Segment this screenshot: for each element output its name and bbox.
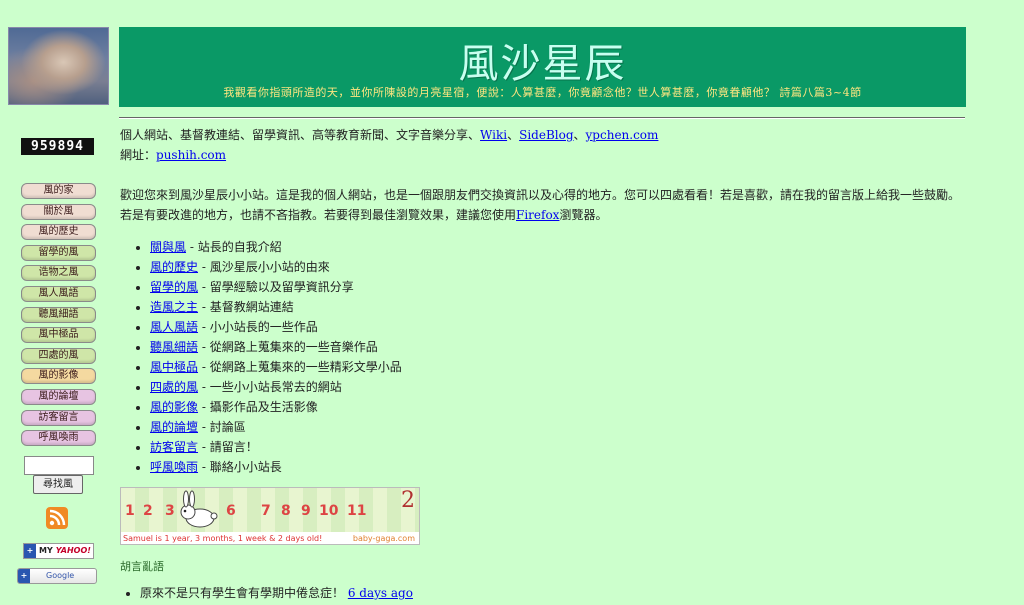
rss-icon[interactable] (46, 507, 68, 529)
section-desc: - 留學經驗以及留學資訊分享 (198, 280, 354, 294)
ticker-number: 2 (143, 503, 153, 519)
nav-button-11[interactable]: 訪客留言 (21, 410, 96, 426)
google-label: Google (46, 571, 75, 580)
wiki-link[interactable]: Wiki (480, 128, 507, 142)
welcome-paragraph: 歡迎您來到風沙星辰小小站。這是我的個人網站，也是一個跟朋友們交換資訊以及心得的地… (120, 185, 965, 225)
search-button[interactable]: 尋找風 (33, 475, 83, 494)
nav-button-12[interactable]: 呼風喚雨 (21, 430, 96, 446)
section-desc: - 請留言！ (198, 440, 258, 454)
section-desc: - 基督教網站連結 (198, 300, 294, 314)
search-input[interactable] (24, 456, 94, 475)
nav-button-6[interactable]: 聽風細語 (21, 307, 96, 323)
section-link[interactable]: 風中極品 (150, 360, 198, 374)
links-prefix: 個人網站、基督教連結、留學資訊、高等教育新聞、文字音樂分享、 (120, 128, 481, 142)
list-item: 聽風細語 - 從網路上蒐集來的一些音樂作品 (150, 337, 402, 357)
ticker-number: 9 (301, 503, 311, 519)
ticker-number: 11 (347, 503, 367, 519)
nav-button-3[interactable]: 留學的風 (21, 245, 96, 261)
ticker-number: 8 (281, 503, 291, 519)
age-number: 2 (401, 488, 415, 513)
ticker-number: 6 (226, 503, 236, 519)
list-item: 關與風 - 站長的自我介紹 (150, 237, 402, 257)
section-link[interactable]: 風的影像 (150, 400, 198, 414)
blog-list: 原來不是只有學生會有學期中倦怠症！ 6 days ago (120, 583, 413, 603)
nav-button-2[interactable]: 風的歷史 (21, 224, 96, 240)
list-item: 四處的風 - 一些小小站長常去的網站 (150, 377, 402, 397)
ticker-number: 3 (165, 503, 175, 519)
nav-button-4[interactable]: 诰物之風 (21, 265, 96, 281)
list-item: 造風之主 - 基督教網站連結 (150, 297, 402, 317)
ticker-number: 7 (261, 503, 271, 519)
nav-button-5[interactable]: 風人風語 (21, 286, 96, 302)
section-link[interactable]: 風的論壇 (150, 420, 198, 434)
nav-button-1[interactable]: 關於風 (21, 204, 96, 220)
list-item: 呼風喚雨 - 聯絡小小站長 (150, 457, 402, 477)
links-line: 個人網站、基督教連結、留學資訊、高等教育新聞、文字音樂分享、Wiki、SideB… (120, 128, 659, 142)
baby-gaga-label: baby-gaga.com (352, 534, 415, 543)
list-item: 風中極品 - 從網路上蒐集來的一些精彩文學小品 (150, 357, 402, 377)
section-link[interactable]: 呼風喚雨 (150, 460, 198, 474)
divider (119, 117, 965, 119)
firefox-link[interactable]: Firefox (516, 208, 559, 222)
birthday-ticker: 1 2 3 6 7 8 9 10 11 2 Samuel is 1 year, 3 months… (120, 487, 420, 545)
section-list: 關與風 - 站長的自我介紹風的歷史 - 風沙星辰小小站的由來留學的風 - 留學經… (120, 237, 402, 477)
section-link[interactable]: 訪客留言 (150, 440, 198, 454)
visitor-counter: 959894 (21, 138, 94, 155)
list-item: 原來不是只有學生會有學期中倦怠症！ 6 days ago (140, 583, 413, 603)
list-item: 留學的風 - 留學經驗以及留學資訊分享 (150, 277, 402, 297)
section-link[interactable]: 風人風語 (150, 320, 198, 334)
header-verse: 我觀看你指頭所造的天，並你所陳設的月亮星宿，便說：人算甚麼，你竟顧念他？世人算甚… (223, 86, 862, 99)
pushih-link[interactable]: pushih.com (156, 148, 226, 162)
blog-item-link[interactable]: 6 days ago (348, 586, 413, 600)
cloud-photo (8, 27, 109, 105)
section-desc: - 聯絡小小站長 (198, 460, 282, 474)
add-to-google-button[interactable]: + Google (17, 568, 97, 584)
left-sidebar: 959894 風的家關於風風的歷史留學的風诰物之風風人風語聽風細語風中極品四處的… (0, 0, 115, 605)
nav-button-9[interactable]: 風的影像 (21, 368, 96, 384)
add-to-my-yahoo-button[interactable]: + MY YAHOO! (23, 543, 94, 559)
list-item: 風人風語 - 小小站長的一些作品 (150, 317, 402, 337)
site-title: 風沙星辰 (458, 41, 627, 87)
nav-button-10[interactable]: 風的論壇 (21, 389, 96, 405)
section-link[interactable]: 關與風 (150, 240, 186, 254)
ticker-number: 1 (125, 503, 135, 519)
section-desc: - 攝影作品及生活影像 (198, 400, 318, 414)
yahoo-label: YAHOO! (55, 546, 91, 555)
my-label: MY (39, 546, 53, 555)
section-link[interactable]: 風的歷史 (150, 260, 198, 274)
nav-button-8[interactable]: 四處的風 (21, 348, 96, 364)
nav-button-0[interactable]: 風的家 (21, 183, 96, 199)
bunny-icon (180, 490, 218, 528)
section-desc: - 站長的自我介紹 (186, 240, 282, 254)
section-desc: - 從網路上蒐集來的一些精彩文學小品 (198, 360, 402, 374)
list-item: 風的影像 - 攝影作品及生活影像 (150, 397, 402, 417)
url-label: 網址： (120, 148, 157, 162)
header-banner: 風沙星辰 我觀看你指頭所造的天，並你所陳設的月亮星宿，便說：人算甚麼，你竟顧念他… (119, 27, 966, 107)
welcome-text-end: 瀏覽器。 (559, 208, 608, 222)
birthday-caption: Samuel is 1 year, 3 months, 1 week & 2 d… (123, 534, 323, 543)
section-desc: - 一些小小站長常去的網站 (198, 380, 342, 394)
plus-icon: + (18, 569, 30, 583)
ypchen-link[interactable]: ypchen.com (586, 128, 659, 142)
ticker-number: 10 (319, 503, 339, 519)
sideblog-link[interactable]: SideBlog (519, 128, 573, 142)
blog-item-text: 原來不是只有學生會有學期中倦怠症！ (140, 586, 348, 600)
section-link[interactable]: 造風之主 (150, 300, 198, 314)
section-link[interactable]: 四處的風 (150, 380, 198, 394)
blog-title: 胡言亂語 (120, 560, 164, 573)
list-item: 風的論壇 - 討論區 (150, 417, 402, 437)
nav-button-7[interactable]: 風中極品 (21, 327, 96, 343)
url-line: 網址：pushih.com (120, 147, 226, 163)
plus-icon: + (24, 544, 36, 558)
section-desc: - 風沙星辰小小站的由來 (198, 260, 330, 274)
list-item: 風的歷史 - 風沙星辰小小站的由來 (150, 257, 402, 277)
section-desc: - 討論區 (198, 420, 246, 434)
list-item: 訪客留言 - 請留言！ (150, 437, 402, 457)
section-link[interactable]: 留學的風 (150, 280, 198, 294)
section-desc: - 從網路上蒐集來的一些音樂作品 (198, 340, 378, 354)
section-link[interactable]: 聽風細語 (150, 340, 198, 354)
section-desc: - 小小站長的一些作品 (198, 320, 318, 334)
